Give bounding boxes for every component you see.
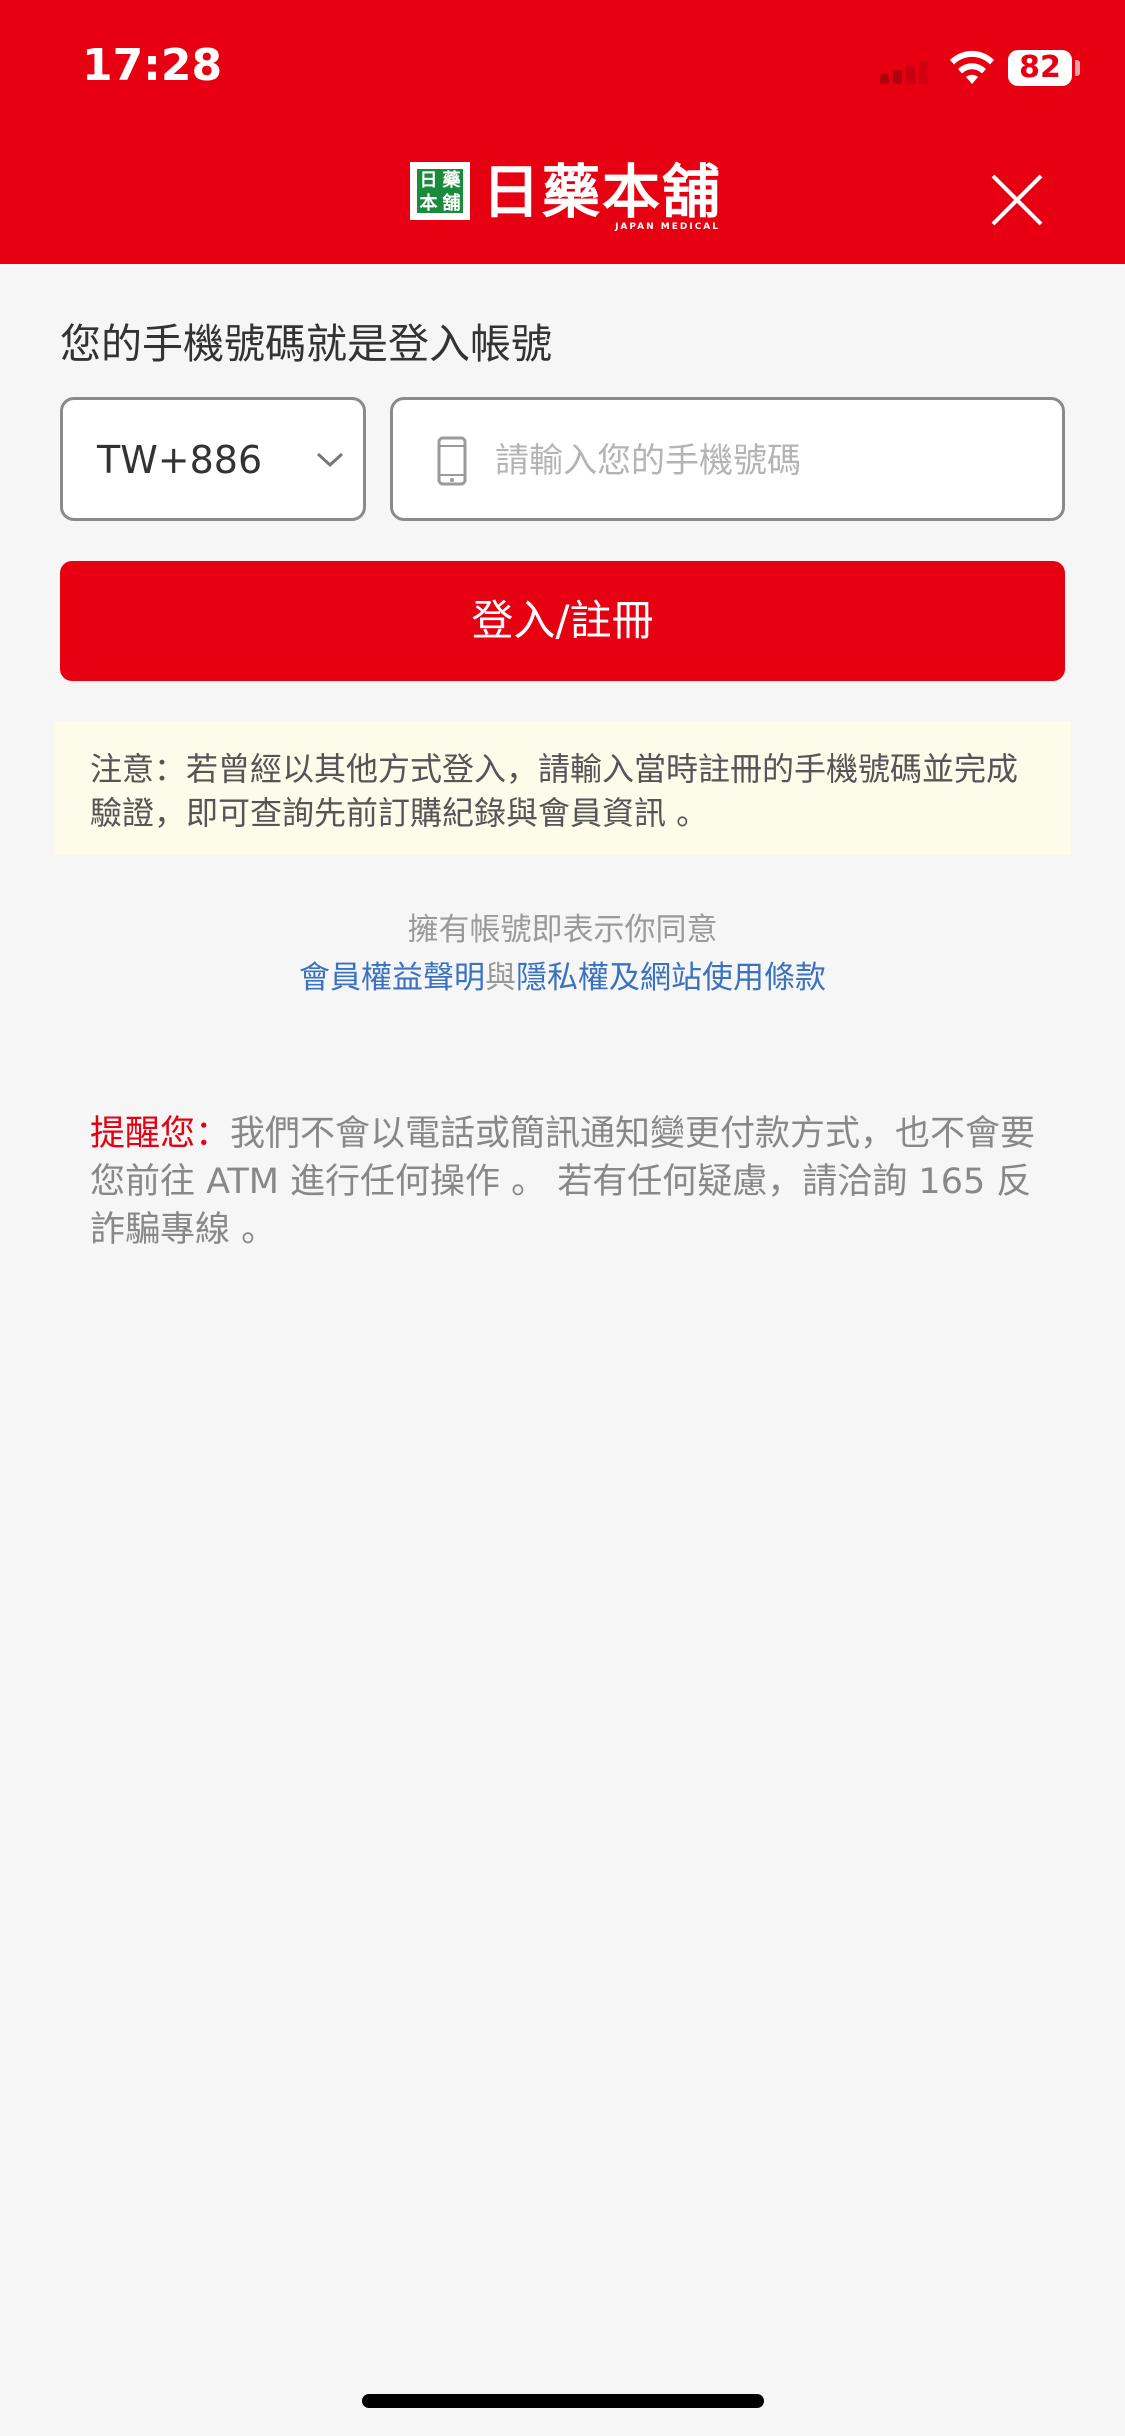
logo-char: 舖 [442,193,461,214]
notice-box: 注意：若曾經以其他方式登入，請輸入當時註冊的手機號碼並完成驗證，即可查詢先前訂購… [54,721,1071,855]
app-header: 17:28 82 日 藥 本 舖 日藥本舖 JAPAN MEDICAL [0,0,1125,264]
login-prompt: 您的手機號碼就是登入帳號 [60,320,552,368]
cellular-signal-icon [880,62,936,84]
close-icon[interactable] [985,168,1049,232]
status-time: 17:28 [82,40,223,91]
logo-char: 日 [419,170,438,191]
anti-fraud-reminder: 提醒您：我們不會以電話或簡訊通知變更付款方式，也不會要您前往 ATM 進行任何操… [90,1110,1040,1254]
reminder-text: 我們不會以電話或簡訊通知變更付款方式，也不會要您前往 ATM 進行任何操作 。 … [90,1114,1036,1250]
wifi-icon [950,50,994,84]
phone-field[interactable] [390,397,1065,521]
phone-input[interactable] [493,430,1037,492]
logo-text: 日藥本舖 [482,158,723,226]
battery-indicator: 82 [1008,50,1072,86]
home-indicator[interactable] [362,2394,764,2408]
agreement-conjunction: 與 [485,960,516,996]
mobile-phone-icon [437,436,467,486]
logo-char: 本 [419,193,438,214]
agreement-text: 擁有帳號即表示你同意 [407,912,718,948]
reminder-label: 提醒您： [90,1114,231,1154]
chevron-down-icon [316,452,344,468]
agreement-block: 擁有帳號即表示你同意 會員權益聲明與隱私權及網站使用條款 [0,906,1125,1002]
country-code-select[interactable]: TW+886 [60,397,366,521]
logo-subtext: JAPAN MEDICAL [615,222,721,232]
logo-char: 藥 [442,170,461,191]
privacy-terms-link[interactable]: 隱私權及網站使用條款 [516,960,826,996]
logo-mark: 日 藥 本 舖 [410,162,470,220]
member-rights-link[interactable]: 會員權益聲明 [299,960,485,996]
battery-tip [1075,60,1080,76]
login-register-button[interactable]: 登入/註冊 [60,561,1065,681]
brand-logo: 日 藥 本 舖 日藥本舖 JAPAN MEDICAL [410,162,722,232]
country-code-value: TW+886 [97,438,263,482]
